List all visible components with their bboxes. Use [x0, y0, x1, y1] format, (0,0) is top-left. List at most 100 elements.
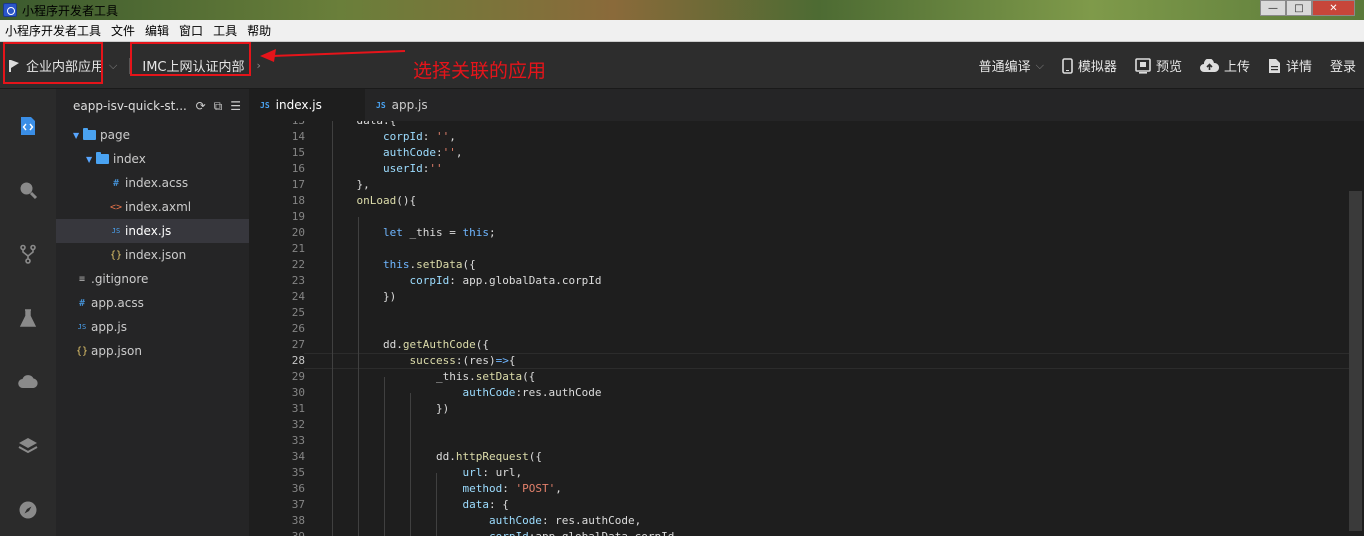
code-line: onLoad(){ [356, 194, 417, 207]
xml-file-icon: <> [109, 201, 123, 213]
code-line: }, [330, 178, 370, 191]
tab-label: index.js [275, 98, 322, 112]
window-title: 小程序开发者工具 [22, 3, 119, 18]
chevron-down-icon[interactable]: ⌵ [109, 59, 117, 73]
close-button[interactable]: ✕ [1312, 0, 1355, 16]
line-number: 34 [291, 450, 305, 463]
menu-icon[interactable]: ☰ [230, 99, 241, 114]
simulator-label: 模拟器 [1077, 60, 1117, 75]
json-file-icon: {} [75, 345, 89, 357]
code-editor[interactable]: 1314 15 16 17 18 19 20 21 22 23 24 25 26 27 28 29 30 31 32… [249, 121, 1364, 536]
project-name: eapp-isv-quick-st... [73, 99, 187, 113]
layers-icon[interactable] [18, 436, 38, 456]
cloud-upload-icon [1199, 58, 1219, 72]
upload-label: 上传 [1223, 60, 1250, 75]
line-number: 27 [291, 338, 305, 351]
menu-item-4[interactable]: 工具 [208, 20, 242, 42]
tree-item-label: index.json [125, 248, 187, 262]
chevron-down-icon[interactable]: ▼ [86, 155, 96, 164]
tree-item-label: app.json [91, 344, 142, 358]
menu-item-0[interactable]: 小程序开发者工具 [0, 20, 106, 42]
tree-item-label: app.js [91, 320, 127, 334]
line-number: 32 [291, 418, 305, 431]
tree-item[interactable]: # index.acss [56, 171, 249, 195]
vertical-scrollbar[interactable] [1349, 191, 1362, 531]
simulator-button[interactable]: 模拟器 [1062, 56, 1117, 75]
qr-code-icon [1135, 57, 1151, 74]
annotation-text: 选择关联的应用 [413, 60, 547, 82]
code-line: _this.setData({ [330, 370, 536, 383]
line-number: 29 [291, 370, 305, 383]
tree-item[interactable]: JS index.js [56, 219, 249, 243]
collapse-all-icon[interactable]: ⧉ [214, 99, 223, 114]
js-file-icon: JS [77, 323, 87, 331]
tree-item-label: index.axml [125, 200, 192, 214]
line-number: 22 [291, 258, 305, 271]
tree-item[interactable]: {} app.json [56, 339, 249, 363]
code-line: method: 'POST', [462, 482, 562, 495]
line-gutter: 1314 15 16 17 18 19 20 21 22 23 24 25 26 27 28 29 30 31 32… [249, 121, 305, 536]
branch-icon[interactable] [18, 244, 38, 264]
compile-mode-label: 普通编译 [978, 60, 1031, 75]
tree-item[interactable]: JS app.js [56, 315, 249, 339]
code-line: authCode:res.authCode [462, 386, 602, 399]
line-number: 15 [291, 146, 305, 159]
code-area[interactable]: data:{ corpId: '', authCode:'', userId:'… [330, 121, 1330, 536]
file-explorer: eapp-isv-quick-st... ⟳ ⧉ ☰ ▼ page ▼ index # i… [56, 89, 249, 536]
compass-icon[interactable] [18, 500, 38, 520]
preview-button[interactable]: 预览 [1135, 56, 1182, 75]
login-button[interactable]: 登录 [1330, 56, 1356, 75]
menu-item-1[interactable]: 文件 [106, 20, 140, 42]
tree-item[interactable]: ▼ page [56, 123, 249, 147]
menu-bar: 小程序开发者工具 文件 编辑 窗口 工具 帮助 [0, 20, 1364, 42]
line-number: 30 [291, 386, 305, 399]
search-icon[interactable] [18, 180, 38, 200]
code-line: data: { [462, 498, 509, 511]
code-line: this.setData({ [382, 258, 476, 271]
cloud-icon[interactable] [18, 372, 38, 392]
code-line: }) [330, 290, 397, 303]
tab-app-js[interactable]: JS app.js [365, 89, 481, 121]
maximize-button[interactable]: □ [1286, 0, 1312, 16]
refresh-icon[interactable]: ⟳ [196, 99, 206, 114]
tree-item[interactable]: # app.acss [56, 291, 249, 315]
tab-index-js[interactable]: JS index.js [249, 89, 365, 121]
menu-item-5[interactable]: 帮助 [242, 20, 276, 42]
code-line: success:(res)=>{ [409, 354, 516, 367]
code-line: dd.httpRequest({ [330, 450, 542, 463]
js-file-icon: JS [260, 100, 270, 110]
tree-item[interactable]: <> index.axml [56, 195, 249, 219]
line-number: 21 [291, 242, 305, 255]
flask-icon[interactable] [18, 308, 38, 328]
code-line: corpId:app.globalData.corpId [330, 529, 674, 536]
chevron-down-icon[interactable]: ▼ [73, 131, 83, 140]
code-line: let _this = this; [382, 226, 496, 239]
css-file-icon: # [112, 177, 120, 189]
compile-mode-selector[interactable]: 普通编译 ⌵ [978, 56, 1044, 76]
line-number: 16 [291, 162, 305, 175]
code-line: dd.getAuthCode({ [330, 338, 489, 351]
tree-item-label: index [113, 152, 146, 166]
tree-item-label: app.acss [91, 296, 144, 310]
file-tree: ▼ page ▼ index # index.acss <> index.axml JS inde… [56, 123, 249, 363]
phone-icon [1062, 57, 1073, 74]
line-number: 36 [291, 482, 305, 495]
menu-item-2[interactable]: 编辑 [140, 20, 174, 42]
code-file-icon[interactable] [18, 116, 38, 136]
activity-bar [0, 89, 56, 536]
line-number: 20 [291, 226, 305, 239]
line-number: 23 [291, 274, 305, 287]
line-number: 37 [291, 498, 305, 511]
menu-item-3[interactable]: 窗口 [174, 20, 208, 42]
preview-label: 预览 [1155, 60, 1182, 75]
annotation-arrow-icon [260, 49, 406, 62]
line-number: 19 [291, 210, 305, 223]
explorer-header: eapp-isv-quick-st... ⟳ ⧉ ☰ [56, 89, 249, 123]
upload-button[interactable]: 上传 [1199, 56, 1250, 75]
tree-item[interactable]: ≡ .gitignore [56, 267, 249, 291]
tree-item[interactable]: {} index.json [56, 243, 249, 267]
line-number: 31 [291, 402, 305, 415]
details-button[interactable]: 详情 [1268, 56, 1312, 75]
tree-item[interactable]: ▼ index [56, 147, 249, 171]
minimize-button[interactable]: — [1260, 0, 1286, 16]
